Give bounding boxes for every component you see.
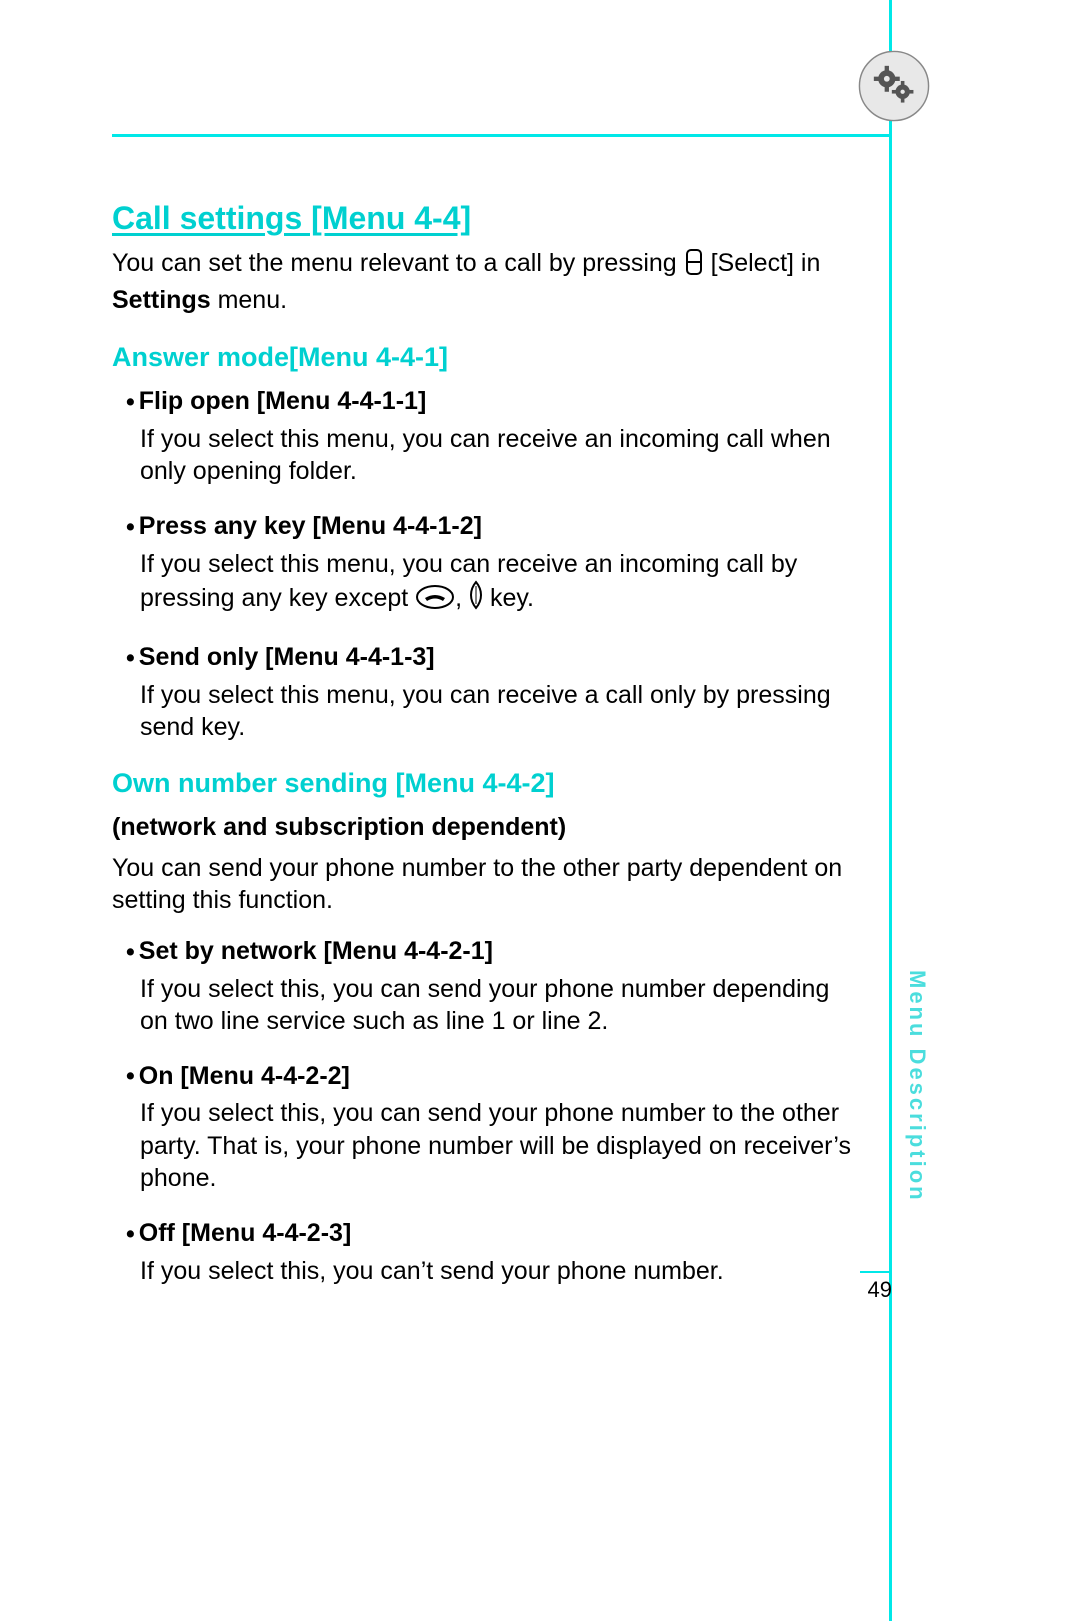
- intro-part1: You can set the menu relevant to a call …: [112, 249, 684, 277]
- on-block: •On [Menu 4-4-2-2] If you select this, y…: [126, 1062, 852, 1195]
- off-body: If you select this, you can’t send your …: [140, 1255, 852, 1288]
- on-body: If you select this, you can send your ph…: [140, 1097, 852, 1195]
- press-any-key-title: •Press any key [Menu 4-4-1-2]: [126, 512, 852, 542]
- bullet-icon: •: [126, 513, 135, 542]
- right-rule: [889, 0, 892, 1621]
- section-title: Call settings [Menu 4-4]: [112, 200, 852, 237]
- own-number-note: (network and subscription dependent): [112, 813, 852, 842]
- send-only-title: •Send only [Menu 4-4-1-3]: [126, 643, 852, 673]
- flip-open-body: If you select this menu, you can receive…: [140, 423, 852, 488]
- top-rule: [112, 134, 892, 137]
- page-content: Call settings [Menu 4-4] You can set the…: [112, 200, 852, 1311]
- set-by-network-title: •Set by network [Menu 4-4-2-1]: [126, 937, 852, 967]
- set-by-network-title-text: Set by network [Menu 4-4-2-1]: [139, 937, 493, 965]
- intro-settings-bold: Settings: [112, 286, 211, 314]
- bullet-icon: •: [126, 938, 135, 967]
- off-title-text: Off [Menu 4-4-2-3]: [139, 1219, 352, 1247]
- flip-open-block: •Flip open [Menu 4-4-1-1] If you select …: [126, 387, 852, 488]
- own-number-intro: You can send your phone number to the ot…: [112, 852, 852, 917]
- gear-icon: [858, 50, 930, 122]
- intro-select: [Select] in: [704, 249, 821, 277]
- press-any-key-body-b: ,: [455, 584, 469, 612]
- press-any-key-body-c: key.: [483, 584, 534, 612]
- send-only-body: If you select this menu, you can receive…: [140, 679, 852, 744]
- bullet-icon: •: [126, 388, 135, 417]
- send-only-block: •Send only [Menu 4-4-1-3] If you select …: [126, 643, 852, 744]
- intro-text: You can set the menu relevant to a call …: [112, 247, 852, 316]
- on-title-text: On [Menu 4-4-2-2]: [139, 1062, 350, 1090]
- select-key-icon: [684, 249, 704, 284]
- set-by-network-block: •Set by network [Menu 4-4-2-1] If you se…: [126, 937, 852, 1038]
- page-number: 49: [868, 1277, 892, 1303]
- manual-page: Call settings [Menu 4-4] You can set the…: [0, 0, 1080, 1621]
- own-number-heading: Own number sending [Menu 4-4-2]: [112, 768, 852, 799]
- side-key-icon: [469, 580, 483, 619]
- press-any-key-body: If you select this menu, you can receive…: [140, 548, 852, 619]
- side-tab-text: Menu Description: [900, 970, 930, 1270]
- off-title: •Off [Menu 4-4-2-3]: [126, 1219, 852, 1249]
- flip-open-title: •Flip open [Menu 4-4-1-1]: [126, 387, 852, 417]
- bullet-icon: •: [126, 644, 135, 673]
- press-any-key-block: •Press any key [Menu 4-4-1-2] If you sel…: [126, 512, 852, 619]
- send-only-title-text: Send only [Menu 4-4-1-3]: [139, 643, 435, 671]
- answer-mode-heading: Answer mode[Menu 4-4-1]: [112, 342, 852, 373]
- off-block: •Off [Menu 4-4-2-3] If you select this, …: [126, 1219, 852, 1287]
- set-by-network-body: If you select this, you can send your ph…: [140, 973, 852, 1038]
- end-key-icon: [415, 584, 455, 619]
- press-any-key-title-text: Press any key [Menu 4-4-1-2]: [139, 512, 482, 540]
- flip-open-title-text: Flip open [Menu 4-4-1-1]: [139, 387, 427, 415]
- bullet-icon: •: [126, 1062, 135, 1091]
- bullet-icon: •: [126, 1220, 135, 1249]
- page-number-rule: [860, 1271, 892, 1273]
- on-title: •On [Menu 4-4-2-2]: [126, 1062, 852, 1092]
- intro-menu-suffix: menu.: [211, 286, 287, 314]
